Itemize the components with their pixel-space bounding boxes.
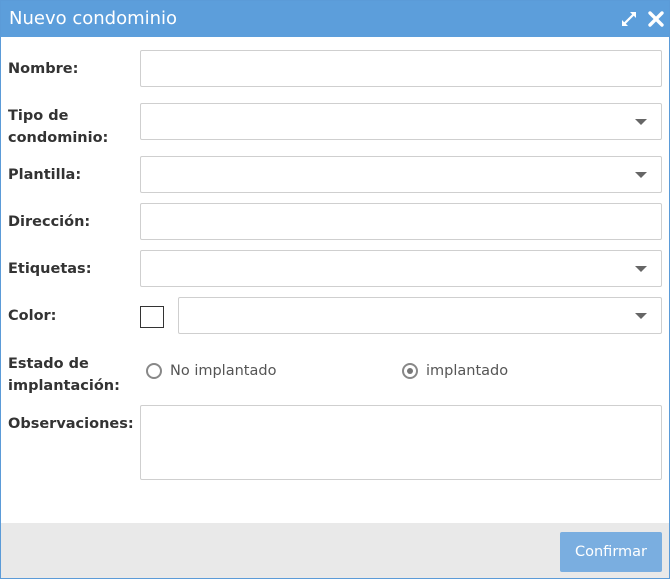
chevron-down-icon [635,172,647,178]
dialog-titlebar[interactable]: Nuevo condominio [1,1,669,37]
nombre-input[interactable] [140,50,662,87]
color-swatch[interactable] [140,306,164,328]
chevron-down-icon [635,266,647,272]
color-label: Color: [8,308,57,324]
chevron-down-icon [635,119,647,125]
radio-button[interactable] [146,363,162,379]
plantilla-label: Plantilla: [8,167,82,183]
direccion-input[interactable] [140,203,662,240]
etiquetas-label: Etiquetas: [8,261,92,277]
new-condominium-dialog: Nuevo condominio Nombre: Tipo de condomi… [0,0,670,579]
expand-icon[interactable] [620,10,638,28]
etiquetas-select[interactable] [140,250,662,287]
estado-label-line1: Estado de [8,356,89,372]
plantilla-select[interactable] [140,156,662,193]
close-icon[interactable] [647,10,665,28]
observaciones-label: Observaciones: [8,416,134,432]
confirm-button[interactable]: Confirmar [560,532,662,572]
chevron-down-icon [635,313,647,319]
dialog-title: Nuevo condominio [9,8,178,29]
radio-no-implantado[interactable]: No implantado [146,359,276,383]
estado-label-line2: implantación: [8,378,120,394]
tipo-label-line1: Tipo de [8,108,69,124]
radio-label: No implantado [170,363,277,379]
tipo-label-line2: condominio: [8,130,109,146]
tipo-select[interactable] [140,103,662,140]
radio-button-selected[interactable] [402,363,418,379]
direccion-label: Dirección: [8,214,91,230]
radio-label: implantado [426,363,509,379]
color-select[interactable] [178,297,662,334]
observaciones-textarea[interactable] [140,405,662,480]
nombre-label: Nombre: [8,61,79,77]
radio-implantado[interactable]: implantado [402,359,508,383]
